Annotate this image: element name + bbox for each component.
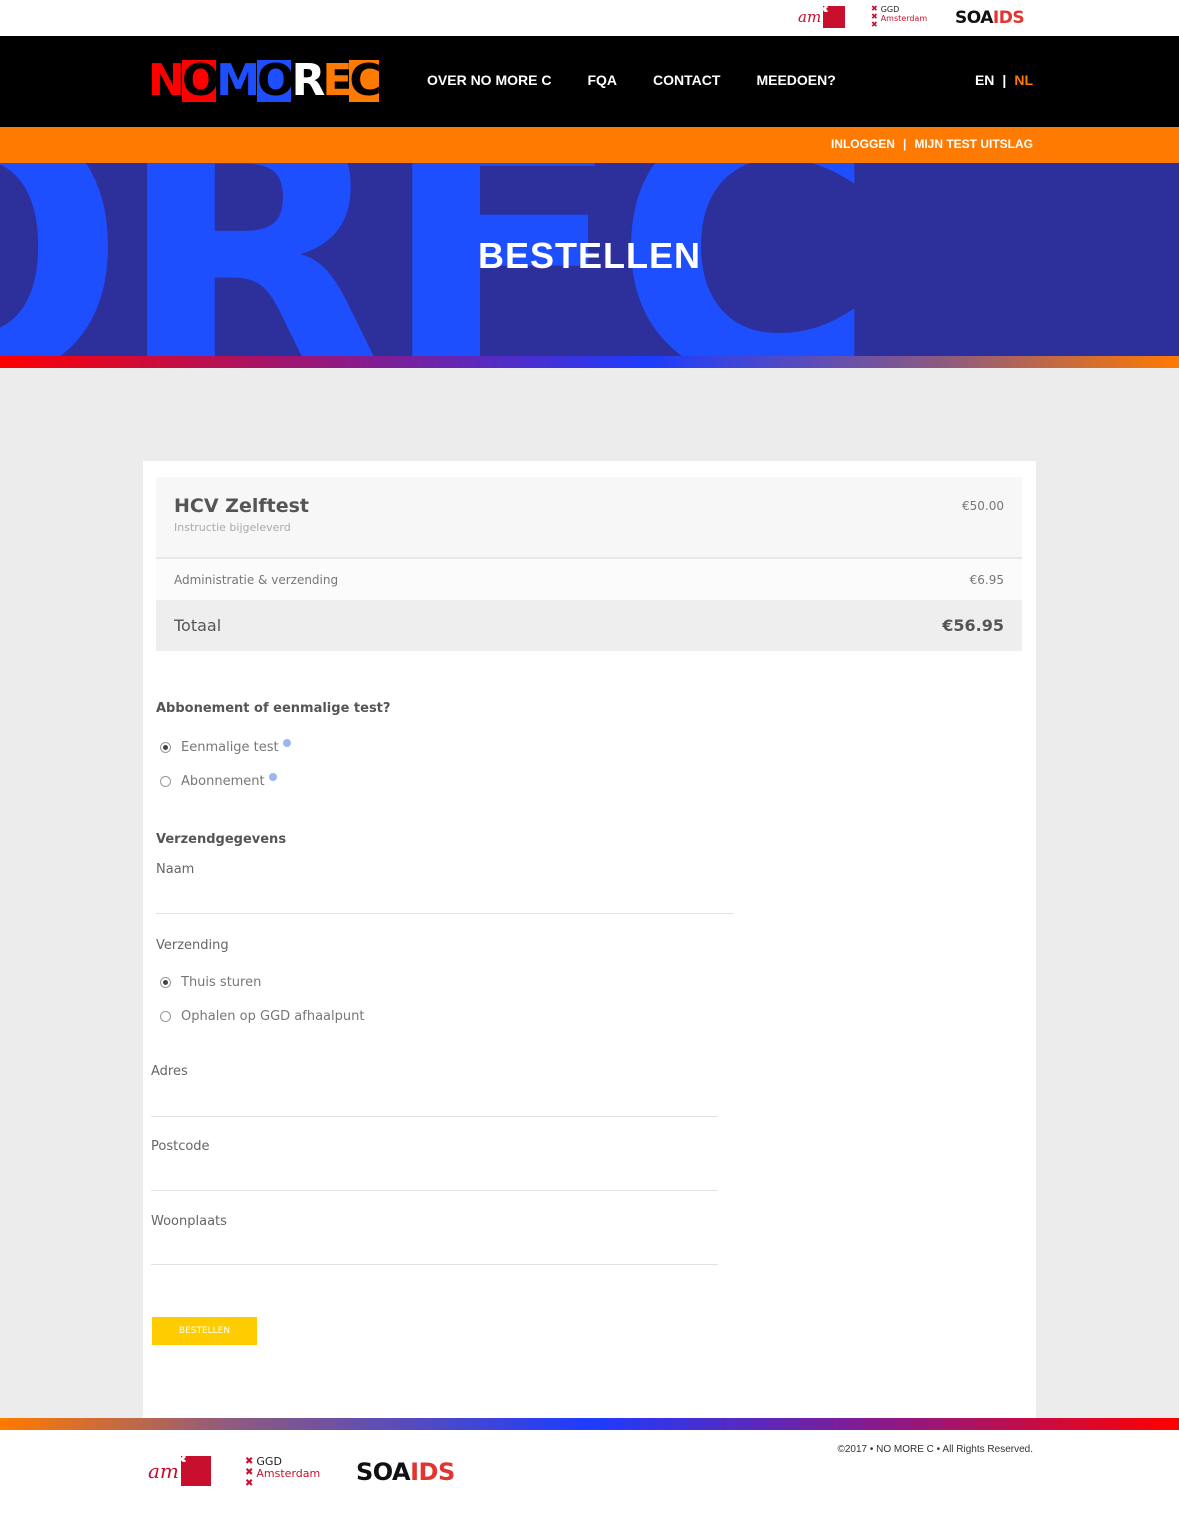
- order-button[interactable]: BESTELLEN: [152, 1317, 257, 1345]
- amc-logo-mark: [823, 6, 846, 28]
- subscription-question: Abbonement of eenmalige test?: [156, 701, 391, 716]
- address-field[interactable]: [151, 1116, 718, 1117]
- total-label: Totaal: [174, 616, 222, 635]
- admin-price: €6.95: [969, 573, 1004, 587]
- soaids-logo[interactable]: SOAIDS: [356, 1458, 455, 1486]
- amc-logo[interactable]: am: [148, 1456, 211, 1486]
- soaids-logo-part1: SOA: [356, 1458, 411, 1486]
- order-summary: HCV Zelftest Instructie bijgeleverd €50.…: [156, 477, 1022, 651]
- account-bar: INLOGGEN | MIJN TEST UITSLAG: [0, 127, 1179, 163]
- account-links: INLOGGEN | MIJN TEST UITSLAG: [831, 137, 1033, 151]
- info-icon[interactable]: [268, 772, 277, 781]
- footer: am ✖ ✖ ✖ GGD Amsterdam SOAIDS ©2017 • NO M…: [0, 1430, 1179, 1531]
- gradient-divider: [0, 1418, 1179, 1430]
- logo-letter: R: [291, 55, 325, 106]
- shipping-heading: Verzendgegevens: [156, 832, 287, 847]
- language-switcher: EN | NL: [975, 72, 1033, 88]
- nav-item-contact[interactable]: CONTACT: [653, 72, 720, 88]
- ggd-crosses-icon: ✖ ✖ ✖: [245, 1456, 254, 1489]
- site-logo[interactable]: N O M O R E C: [148, 55, 382, 106]
- ggd-logo-line2: Amsterdam: [880, 14, 928, 23]
- gradient-divider: [0, 356, 1179, 368]
- partner-strip: am ✖ ✖ ✖ GGD Amsterdam SOAIDS: [0, 0, 1179, 36]
- product-row: HCV Zelftest Instructie bijgeleverd €50.…: [156, 477, 1022, 559]
- soaids-logo-part2: IDS: [992, 8, 1025, 28]
- soaids-logo[interactable]: SOAIDS: [955, 8, 1025, 28]
- radio-home[interactable]: Thuis sturen: [160, 975, 261, 990]
- amc-logo-mark: [180, 1456, 211, 1486]
- radio-once-label: Eenmalige test: [181, 740, 279, 755]
- logo-letter: N: [148, 55, 185, 106]
- nav-item-fqa[interactable]: FQA: [587, 72, 617, 88]
- postcode-label: Postcode: [151, 1139, 210, 1154]
- radio-pickup-label: Ophalen op GGD afhaalpunt: [181, 1009, 365, 1024]
- city-field[interactable]: [151, 1264, 718, 1265]
- logo-letter: M: [216, 55, 260, 106]
- nav-item-meedoen[interactable]: MEEDOEN?: [756, 72, 835, 88]
- radio-subscription[interactable]: Abonnement: [160, 772, 277, 789]
- product-description: Instructie bijgeleverd: [174, 521, 291, 534]
- logo-letter: O: [257, 55, 294, 106]
- ggd-crosses-icon: ✖ ✖ ✖: [871, 4, 878, 29]
- nav-menu: OVER NO MORE C FQA CONTACT MEEDOEN?: [427, 72, 836, 88]
- page-title: BESTELLEN: [477, 235, 701, 276]
- name-label: Naam: [156, 862, 195, 877]
- shipping-label: Verzending: [156, 938, 229, 953]
- info-icon[interactable]: [282, 738, 291, 747]
- nav-item-over[interactable]: OVER NO MORE C: [427, 72, 551, 88]
- hero-banner: ORFC BESTELLEN: [0, 163, 1179, 356]
- address-label: Adres: [151, 1064, 188, 1079]
- postcode-field[interactable]: [151, 1190, 718, 1191]
- admin-row: Administratie & verzending €6.95: [156, 559, 1022, 600]
- radio-pickup-input[interactable]: [160, 1011, 171, 1022]
- total-price: €56.95: [942, 616, 1004, 635]
- logo-letter: C: [349, 55, 382, 106]
- lang-separator: |: [1002, 72, 1007, 88]
- name-field[interactable]: [156, 913, 734, 914]
- lang-nl[interactable]: NL: [1014, 72, 1033, 88]
- radio-home-input[interactable]: [160, 977, 171, 988]
- copyright: ©2017 • NO MORE C • All Rights Reserved.: [837, 1444, 1033, 1455]
- account-separator: |: [902, 137, 907, 151]
- my-result-link[interactable]: MIJN TEST UITSLAG: [914, 137, 1033, 151]
- ggd-logo-line2: Amsterdam: [256, 1467, 321, 1480]
- main-nav: N O M O R E C OVER NO MORE C FQA CONTACT…: [0, 36, 1179, 127]
- soaids-logo-part2: IDS: [410, 1458, 455, 1486]
- radio-home-label: Thuis sturen: [181, 975, 262, 990]
- radio-subscription-input[interactable]: [160, 776, 171, 787]
- admin-label: Administratie & verzending: [174, 573, 339, 587]
- city-label: Woonplaats: [151, 1214, 227, 1229]
- ggd-logo-line1: GGD: [880, 5, 900, 14]
- ggd-logo[interactable]: ✖ ✖ ✖ GGD Amsterdam: [871, 5, 927, 29]
- product-price: €50.00: [962, 499, 1004, 513]
- radio-once-input[interactable]: [160, 742, 171, 753]
- lang-en[interactable]: EN: [975, 72, 994, 88]
- order-card: HCV Zelftest Instructie bijgeleverd €50.…: [143, 461, 1036, 1418]
- amc-logo-text: am: [148, 1459, 179, 1483]
- login-link[interactable]: INLOGGEN: [831, 137, 895, 151]
- ggd-logo[interactable]: ✖ ✖ ✖ GGD Amsterdam: [245, 1456, 321, 1490]
- radio-pickup[interactable]: Ophalen op GGD afhaalpunt: [160, 1009, 364, 1024]
- radio-subscription-label: Abonnement: [181, 774, 265, 789]
- logo-letter: E: [322, 55, 352, 106]
- soaids-logo-part1: SOA: [955, 8, 993, 28]
- radio-once[interactable]: Eenmalige test: [160, 738, 291, 755]
- logo-letter: O: [181, 55, 219, 106]
- amc-logo[interactable]: am: [798, 6, 846, 28]
- amc-logo-text: am: [798, 8, 822, 26]
- total-row: Totaal €56.95: [156, 600, 1022, 651]
- product-name: HCV Zelftest: [174, 495, 309, 517]
